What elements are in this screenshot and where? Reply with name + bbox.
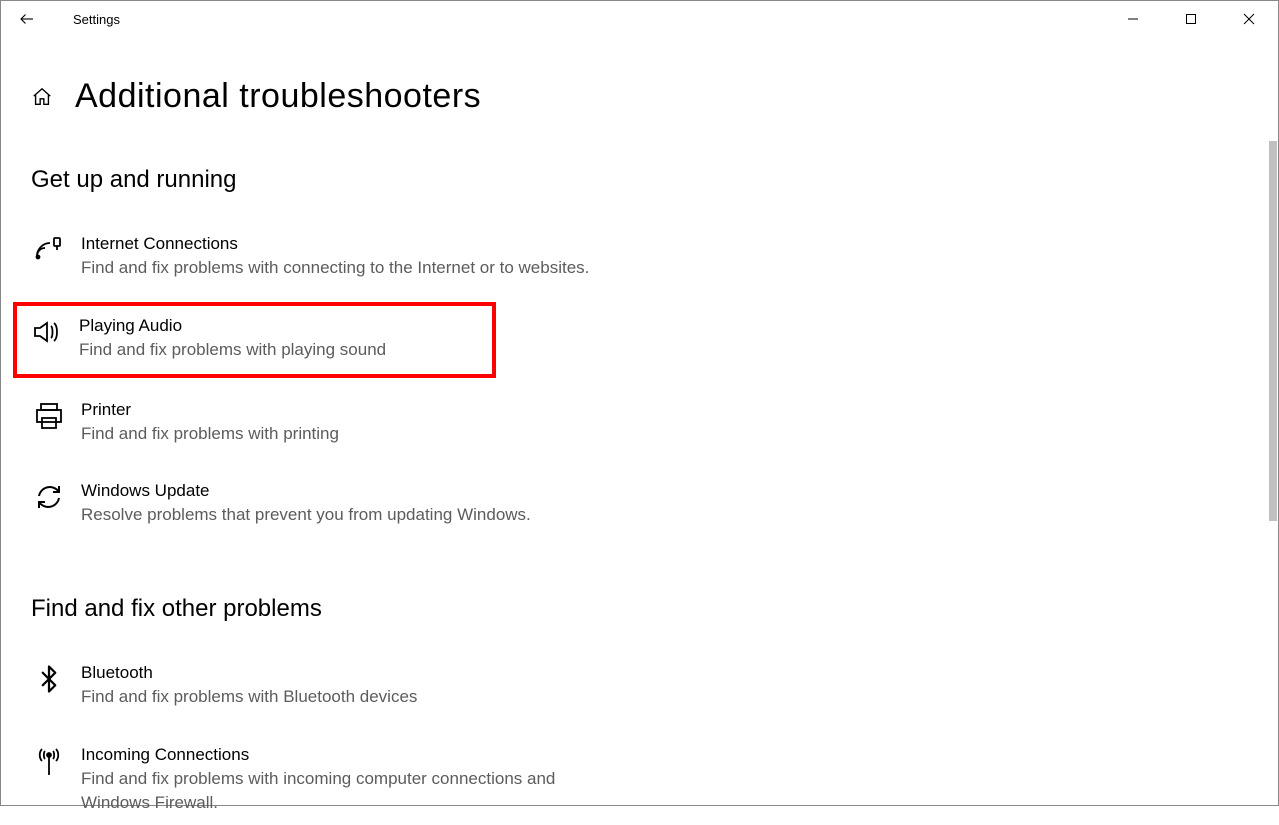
- troubleshooter-text: Internet Connections Find and fix proble…: [81, 234, 649, 280]
- troubleshooter-bluetooth[interactable]: Bluetooth Find and fix problems with Blu…: [31, 655, 651, 719]
- section-title: Find and fix other problems: [31, 595, 1278, 623]
- troubleshooter-desc: Find and fix problems with incoming comp…: [81, 767, 611, 815]
- troubleshooter-desc: Find and fix problems with printing: [81, 422, 611, 446]
- troubleshooter-text: Printer Find and fix problems with print…: [81, 400, 649, 446]
- troubleshooter-desc: Find and fix problems with connecting to…: [81, 256, 611, 280]
- troubleshooter-list: Bluetooth Find and fix problems with Blu…: [31, 655, 651, 824]
- troubleshooter-title: Playing Audio: [79, 316, 490, 336]
- troubleshooter-text: Windows Update Resolve problems that pre…: [81, 481, 649, 527]
- troubleshooter-title: Bluetooth: [81, 663, 649, 683]
- titlebar: Settings: [1, 1, 1278, 37]
- antenna-icon: [33, 745, 65, 777]
- troubleshooter-title: Incoming Connections: [81, 745, 649, 765]
- home-icon[interactable]: [31, 86, 53, 108]
- window-controls: [1104, 1, 1278, 37]
- troubleshooter-printer[interactable]: Printer Find and fix problems with print…: [31, 392, 651, 456]
- audio-icon: [31, 316, 63, 348]
- troubleshooter-title: Windows Update: [81, 481, 649, 501]
- page-header: Additional troubleshooters: [31, 77, 1278, 116]
- wifi-icon: [33, 234, 65, 266]
- troubleshooter-incoming-connections[interactable]: Incoming Connections Find and fix proble…: [31, 737, 651, 825]
- minimize-button[interactable]: [1104, 1, 1162, 37]
- section-title: Get up and running: [31, 166, 1278, 194]
- troubleshooter-windows-update[interactable]: Windows Update Resolve problems that pre…: [31, 473, 651, 537]
- update-icon: [33, 481, 65, 513]
- troubleshooter-title: Printer: [81, 400, 649, 420]
- troubleshooter-text: Playing Audio Find and fix problems with…: [79, 316, 490, 362]
- content: Additional troubleshooters Get up and ru…: [1, 37, 1278, 825]
- troubleshooter-list: Internet Connections Find and fix proble…: [31, 226, 651, 537]
- troubleshooter-internet-connections[interactable]: Internet Connections Find and fix proble…: [31, 226, 651, 290]
- scrollbar[interactable]: [1269, 141, 1277, 521]
- section-other: Find and fix other problems Bluetooth Fi…: [31, 595, 1278, 824]
- troubleshooter-title: Internet Connections: [81, 234, 649, 254]
- troubleshooter-text: Incoming Connections Find and fix proble…: [81, 745, 649, 815]
- troubleshooter-playing-audio[interactable]: Playing Audio Find and fix problems with…: [13, 302, 496, 378]
- bluetooth-icon: [33, 663, 65, 695]
- section-get-up: Get up and running Internet Connections …: [31, 166, 1278, 537]
- troubleshooter-desc: Find and fix problems with Bluetooth dev…: [81, 685, 611, 709]
- troubleshooter-text: Bluetooth Find and fix problems with Blu…: [81, 663, 649, 709]
- troubleshooter-desc: Find and fix problems with playing sound: [79, 338, 490, 362]
- close-button[interactable]: [1220, 1, 1278, 37]
- window-title: Settings: [73, 12, 120, 27]
- maximize-button[interactable]: [1162, 1, 1220, 37]
- troubleshooter-desc: Resolve problems that prevent you from u…: [81, 503, 611, 527]
- page-title: Additional troubleshooters: [75, 77, 481, 116]
- back-button[interactable]: [7, 1, 47, 37]
- printer-icon: [33, 400, 65, 432]
